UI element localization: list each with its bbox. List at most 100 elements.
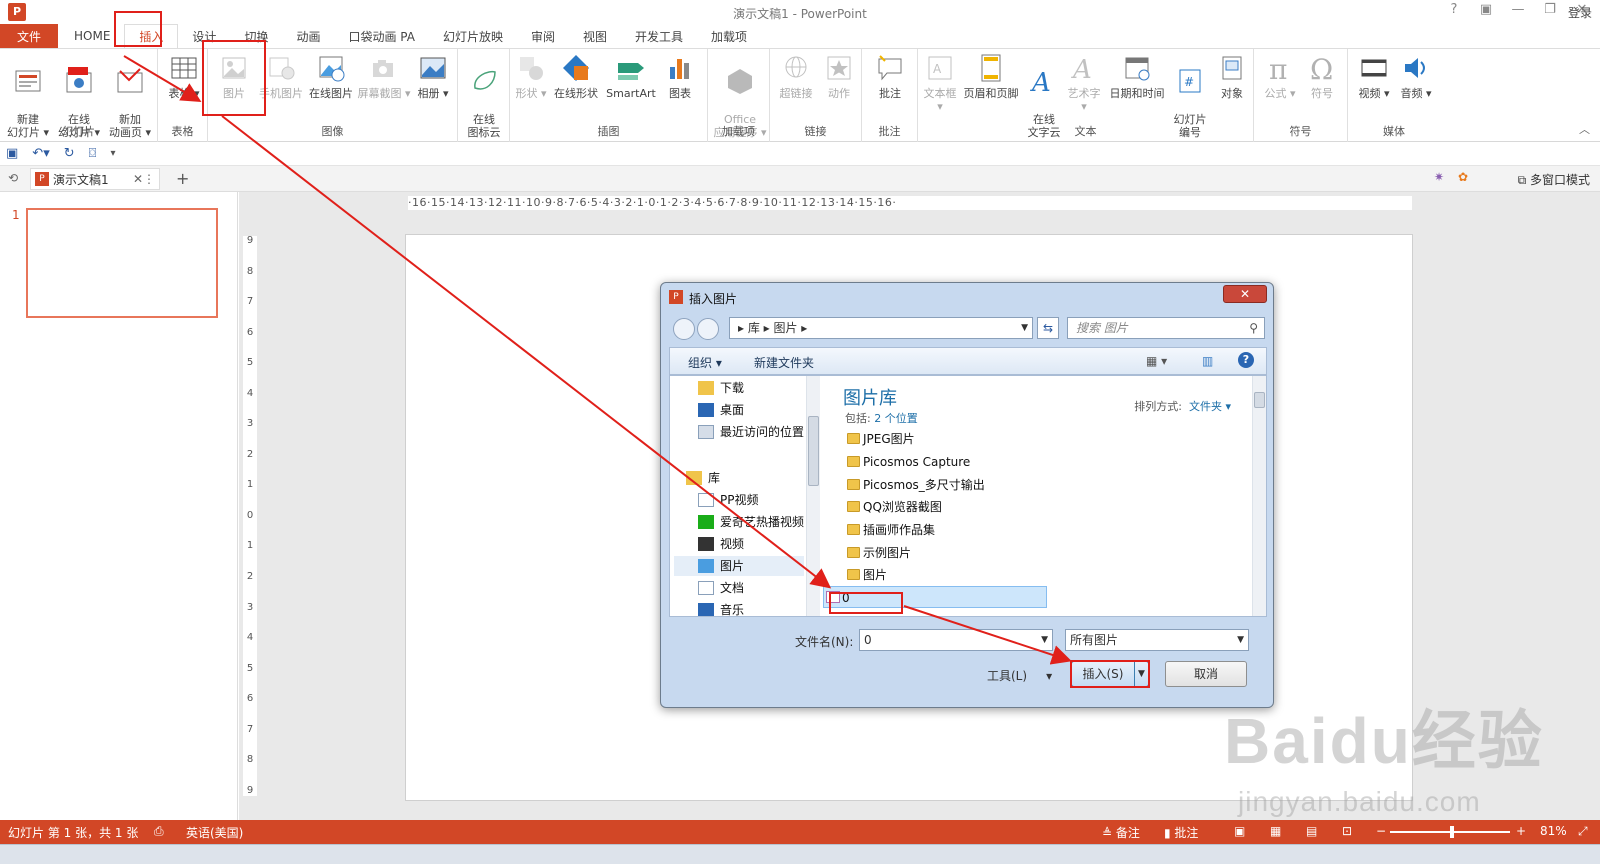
textbox-button[interactable]: A 文本框 ▾ <box>920 53 960 113</box>
tab-menu-icon[interactable]: ⋮ <box>143 172 155 186</box>
slide-sorter-icon[interactable]: ▦ <box>1270 824 1281 838</box>
zoom-out-icon[interactable]: − <box>1376 824 1386 838</box>
action-button[interactable]: 动作 <box>820 53 858 100</box>
forward-icon[interactable] <box>697 318 719 340</box>
save-icon[interactable]: ▣ <box>6 146 18 161</box>
help-icon[interactable]: ? <box>1446 2 1462 17</box>
album-button[interactable]: 相册 ▾ <box>412 53 454 100</box>
file-scroll-thumb[interactable] <box>1254 392 1265 408</box>
tab-review[interactable]: 审阅 <box>517 24 569 48</box>
magic-icon[interactable]: ✷ <box>1434 170 1444 184</box>
slide-thumbnail[interactable] <box>26 208 218 318</box>
folder-item[interactable]: Picosmos_多尺寸输出 <box>845 474 985 496</box>
spellcheck-icon[interactable]: ⎙ <box>154 824 164 839</box>
start-slideshow-icon[interactable]: ⌼ <box>89 146 97 161</box>
ribbon-display-icon[interactable]: ▣ <box>1478 2 1494 17</box>
zoom-in-icon[interactable]: + <box>1516 824 1526 838</box>
tab-file[interactable]: 文件 <box>0 24 58 48</box>
nav-item-videos[interactable]: 视频 <box>698 534 744 554</box>
close-tab-icon[interactable]: ✕ <box>133 172 143 186</box>
login-link[interactable]: 登录 <box>1568 4 1592 21</box>
online-shapes-button[interactable]: 在线形状 <box>550 53 602 100</box>
date-time-button[interactable]: 日期和时间 <box>1106 53 1168 100</box>
reading-view-icon[interactable]: ▤ <box>1306 824 1317 838</box>
zoom-level[interactable]: 81% <box>1540 824 1567 838</box>
new-folder-button[interactable]: 新建文件夹 <box>754 354 814 371</box>
redo-icon[interactable]: ↻ <box>64 146 75 161</box>
tab-view[interactable]: 视图 <box>569 24 621 48</box>
folder-item[interactable]: 插画师作品集 <box>845 519 935 541</box>
nav-item-downloads[interactable]: 下载 <box>698 378 744 398</box>
cancel-button[interactable]: 取消 <box>1165 661 1247 687</box>
settings-gear-icon[interactable]: ✿ <box>1458 170 1468 184</box>
add-tab-icon[interactable]: + <box>176 169 189 188</box>
customize-qat-icon[interactable]: ▾ <box>110 148 115 159</box>
filename-input[interactable]: 0 ▼ <box>859 629 1053 651</box>
nav-item-desktop[interactable]: 桌面 <box>698 400 744 420</box>
equation-button[interactable]: π 公式 ▾ <box>1260 53 1300 100</box>
shapes-button[interactable]: 形状 ▾ <box>514 53 548 100</box>
search-icon[interactable]: ⚲ <box>1249 318 1258 338</box>
video-button[interactable]: 视频 ▾ <box>1354 53 1394 100</box>
folder-item[interactable]: QQ浏览器截图 <box>845 496 942 518</box>
tab-pocket-animation[interactable]: 口袋动画 PA <box>334 24 429 48</box>
folder-item[interactable]: 图片 <box>845 564 887 586</box>
table-button[interactable]: 表格 ▾ <box>164 53 204 100</box>
dialog-close-button[interactable]: ✕ <box>1223 285 1267 303</box>
folder-item[interactable]: JPEG图片 <box>845 428 915 450</box>
smartart-button[interactable]: SmartArt <box>604 53 658 100</box>
comments-button[interactable]: ▮ 批注 <box>1164 824 1198 841</box>
folder-item[interactable]: Picosmos Capture <box>845 451 970 473</box>
nav-item-documents[interactable]: 文档 <box>698 578 744 598</box>
nav-item-library[interactable]: 库 <box>686 468 720 488</box>
chevron-down-icon[interactable]: ▼ <box>1041 630 1048 650</box>
chevron-down-icon[interactable]: ▼ <box>1021 318 1028 338</box>
help-icon[interactable]: ? <box>1238 352 1254 368</box>
collapse-ribbon-icon[interactable]: ︿ <box>1579 121 1590 137</box>
preview-pane-icon[interactable]: ▥ <box>1202 354 1213 368</box>
sort-by-dropdown[interactable]: 文件夹 ▾ <box>1189 400 1231 413</box>
tab-developer[interactable]: 开发工具 <box>621 24 697 48</box>
nav-item-recent[interactable]: 最近访问的位置 <box>698 422 804 442</box>
audio-button[interactable]: 音频 ▾ <box>1396 53 1436 100</box>
nav-scrollbar[interactable] <box>806 376 820 616</box>
nav-scroll-thumb[interactable] <box>808 416 819 486</box>
header-footer-button[interactable]: 页眉和页脚 <box>960 53 1022 100</box>
tools-dropdown[interactable]: 工具(L) ▾ <box>987 667 1052 684</box>
tab-animations[interactable]: 动画 <box>282 24 334 48</box>
view-options-icon[interactable]: ▦ ▾ <box>1146 354 1167 368</box>
symbol-button[interactable]: Ω 符号 <box>1302 53 1342 100</box>
nav-item-iqiyi[interactable]: 爱奇艺热播视频 <box>698 512 804 532</box>
nav-item-music[interactable]: 音乐 <box>698 600 744 616</box>
locations-link[interactable]: 2 个位置 <box>874 412 918 425</box>
filetype-select[interactable]: 所有图片 ▼ <box>1065 629 1249 651</box>
fit-to-window-icon[interactable]: ⤢ <box>1578 824 1588 839</box>
multi-window-mode-button[interactable]: ⧉ 多窗口模式 <box>1518 171 1590 188</box>
online-picture-button[interactable]: 在线图片 <box>306 53 356 100</box>
refresh-icon[interactable]: ⇆ <box>1037 317 1059 339</box>
file-list-scrollbar[interactable] <box>1252 376 1266 616</box>
normal-view-icon[interactable]: ▣ <box>1234 824 1245 838</box>
organize-button[interactable]: 组织 ▾ <box>688 354 722 371</box>
nav-item-pp-video[interactable]: PP视频 <box>698 490 758 510</box>
folder-item[interactable]: 示例图片 <box>845 542 911 564</box>
chart-button[interactable]: 图表 <box>660 53 700 100</box>
zoom-slider-handle[interactable] <box>1450 826 1454 838</box>
minimize-icon[interactable]: — <box>1510 2 1526 17</box>
chevron-down-icon[interactable]: ▼ <box>1237 630 1244 650</box>
back-icon[interactable] <box>673 318 695 340</box>
undo-icon[interactable]: ↶▾ <box>32 146 49 161</box>
online-cloud-button[interactable]: 在线 图标云 <box>462 53 506 139</box>
screenshot-button[interactable]: 屏幕截图 ▾ <box>356 53 412 100</box>
tab-addins[interactable]: 加载项 <box>697 24 761 48</box>
slideshow-view-icon[interactable]: ⊡ <box>1342 824 1352 838</box>
nav-item-pictures[interactable]: 图片 <box>674 556 804 576</box>
search-input[interactable]: 搜索 图片 ⚲ <box>1067 317 1265 339</box>
notes-button[interactable]: ≜ 备注 <box>1102 824 1140 841</box>
document-tab[interactable]: P 演示文稿1 ✕ ⋮ <box>30 168 160 190</box>
language-status[interactable]: 英语(美国) <box>186 824 243 841</box>
hyperlink-button[interactable]: 超链接 <box>774 53 818 100</box>
wordart-button[interactable]: A 艺术字 ▾ <box>1064 53 1104 113</box>
object-button[interactable]: 对象 <box>1212 53 1252 100</box>
tab-slideshow[interactable]: 幻灯片放映 <box>429 24 517 48</box>
